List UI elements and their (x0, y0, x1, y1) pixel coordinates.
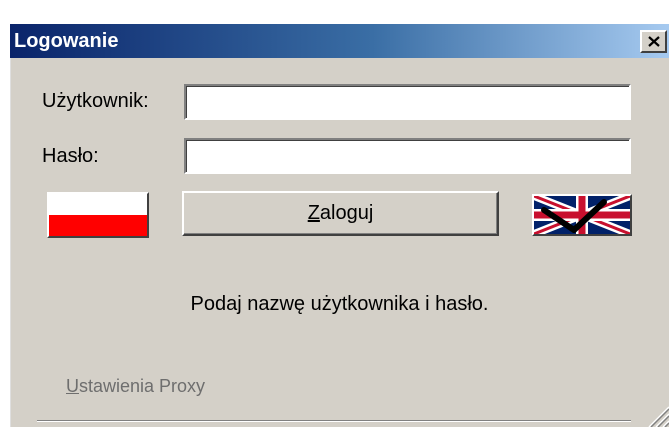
status-message: Podaj nazwę użytkownika i hasło. (190, 293, 489, 315)
username-input[interactable] (184, 84, 631, 120)
proxy-settings-link[interactable]: Ustawienia Proxy (66, 375, 205, 397)
resize-grip-icon[interactable] (644, 402, 669, 427)
close-icon (647, 36, 660, 47)
proxy-label: stawienia Proxy (79, 376, 206, 396)
footer-divider (37, 420, 631, 422)
password-label: Hasło: (42, 145, 99, 167)
login-dialog: Logowanie Użytkownik: Hasło: Zaloguj Pod… (8, 22, 669, 427)
uk-flag-icon (534, 196, 630, 234)
english-language-button[interactable] (532, 194, 632, 236)
login-button-label: aloguj (319, 202, 374, 224)
title-bar[interactable]: Logowanie (10, 24, 669, 58)
poland-flag-icon (49, 194, 147, 236)
password-input[interactable] (184, 138, 631, 174)
close-button[interactable] (640, 30, 667, 53)
proxy-accesskey: U (66, 376, 79, 396)
login-button[interactable]: Zaloguj (182, 191, 499, 236)
polish-language-button[interactable] (47, 192, 149, 238)
window-title: Logowanie (14, 30, 119, 52)
username-label: Użytkownik: (42, 90, 149, 112)
login-accesskey: Z (307, 202, 320, 224)
